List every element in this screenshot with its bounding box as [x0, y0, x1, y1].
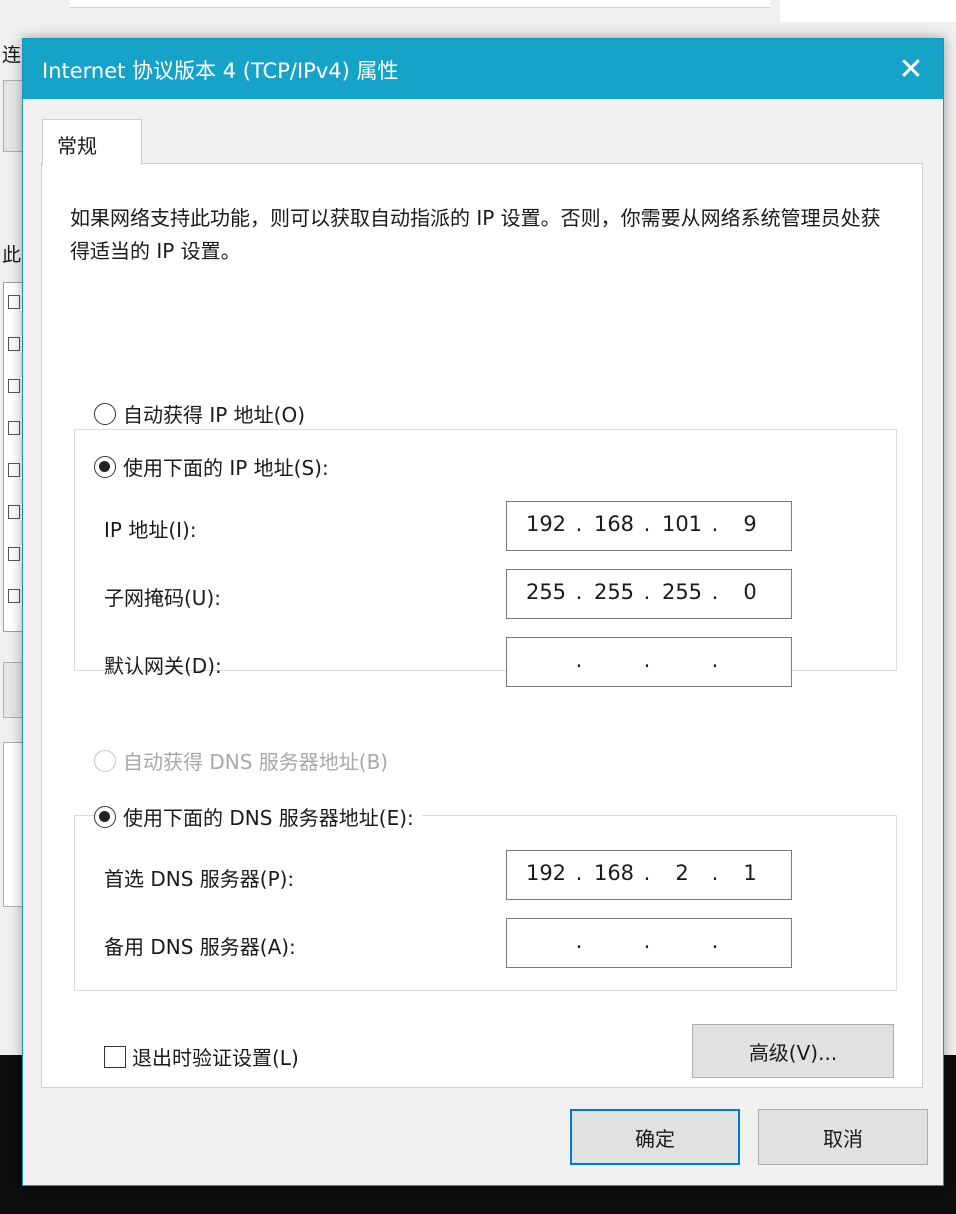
close-button[interactable]: ✕	[879, 39, 943, 99]
preferred-dns-octet-1[interactable]: 192	[521, 861, 571, 889]
tab-general[interactable]: 常规	[42, 119, 142, 165]
octet-separator: .	[711, 861, 719, 885]
description-text: 如果网络支持此功能，则可以获取自动指派的 IP 设置。否则，你需要从网络系统管理…	[70, 206, 881, 263]
octet-separator: .	[575, 648, 583, 672]
preferred-dns-octet-3[interactable]: 2	[657, 861, 707, 889]
preferred-dns-octet-4[interactable]: 1	[725, 861, 775, 889]
background-label-mid: 此	[2, 244, 22, 266]
background-checkbox	[8, 547, 20, 561]
radio-manual-dns-indicator[interactable]	[94, 805, 116, 828]
radio-auto-dns: 自动获得 DNS 服务器地址(B)	[94, 746, 397, 775]
radio-manual-dns-label: 使用下面的 DNS 服务器地址(E):	[123, 806, 414, 830]
validate-on-exit-label: 退出时验证设置(L)	[132, 1046, 299, 1070]
subnet-mask-octet-3[interactable]: 255	[657, 580, 707, 608]
radio-manual-ip[interactable]: 使用下面的 IP 地址(S):	[94, 452, 337, 481]
alternate-dns-octet-4[interactable]	[725, 929, 775, 957]
background-label-top: 连	[2, 44, 22, 66]
default-gateway-octet-3[interactable]	[657, 648, 707, 676]
radio-auto-dns-label: 自动获得 DNS 服务器地址(B)	[123, 750, 389, 774]
ipv4-properties-dialog: Internet 协议版本 4 (TCP/IPv4) 属性 ✕ 常规 如果网络支…	[22, 38, 944, 1186]
background-checkbox	[8, 463, 20, 477]
subnet-mask-octet-2[interactable]: 255	[589, 580, 639, 608]
octet-separator: .	[575, 861, 583, 885]
octet-separator: .	[711, 648, 719, 672]
ok-button[interactable]: 确定	[570, 1109, 740, 1165]
octet-separator: .	[711, 929, 719, 953]
octet-separator: .	[711, 580, 719, 604]
ip-address-octet-1[interactable]: 192	[521, 512, 571, 540]
octet-separator: .	[643, 512, 651, 536]
ip-address-octet-2[interactable]: 168	[589, 512, 639, 540]
advanced-button[interactable]: 高级(V)...	[692, 1024, 894, 1078]
octet-separator: .	[643, 861, 651, 885]
dialog-title: Internet 协议版本 4 (TCP/IPv4) 属性	[42, 59, 399, 83]
ip-address-octet-3[interactable]: 101	[657, 512, 707, 540]
radio-auto-ip-label: 自动获得 IP 地址(O)	[123, 403, 306, 427]
cancel-button-label: 取消	[823, 1126, 863, 1151]
octet-separator: .	[643, 929, 651, 953]
ip-address-field[interactable]: 192 . 168 . 101 . 9	[506, 501, 792, 551]
alternate-dns-field[interactable]: . . .	[506, 918, 792, 968]
alternate-dns-octet-1[interactable]	[521, 929, 571, 957]
background-checkbox	[8, 421, 20, 435]
alternate-dns-label: 备用 DNS 服务器(A):	[104, 935, 296, 959]
ok-button-label: 确定	[635, 1126, 675, 1151]
preferred-dns-label: 首选 DNS 服务器(P):	[104, 867, 295, 891]
alternate-dns-octet-2[interactable]	[589, 929, 639, 957]
radio-auto-ip-indicator[interactable]	[94, 402, 116, 425]
background-checkbox	[8, 379, 20, 393]
cancel-button[interactable]: 取消	[758, 1109, 928, 1165]
radio-manual-ip-indicator[interactable]	[94, 455, 116, 478]
octet-separator: .	[575, 929, 583, 953]
validate-on-exit-checkbox[interactable]: 退出时验证设置(L)	[104, 1042, 299, 1071]
tab-general-label: 常规	[57, 134, 97, 158]
advanced-button-label: 高级(V)...	[748, 1040, 838, 1065]
default-gateway-octet-4[interactable]	[725, 648, 775, 676]
background-right-edge	[780, 0, 956, 22]
subnet-mask-octet-1[interactable]: 255	[521, 580, 571, 608]
preferred-dns-octet-2[interactable]: 168	[589, 861, 639, 889]
background-checkbox	[8, 589, 20, 603]
close-icon: ✕	[898, 51, 924, 87]
octet-separator: .	[643, 648, 651, 672]
ip-address-label: IP 地址(I):	[104, 518, 197, 542]
ip-address-octet-4[interactable]: 9	[725, 512, 775, 540]
preferred-dns-field[interactable]: 192 . 168 . 2 . 1	[506, 850, 792, 900]
background-checkbox	[8, 295, 20, 309]
radio-manual-dns[interactable]: 使用下面的 DNS 服务器地址(E):	[94, 802, 422, 831]
octet-separator: .	[575, 580, 583, 604]
radio-manual-ip-label: 使用下面的 IP 地址(S):	[123, 456, 329, 480]
alternate-dns-octet-3[interactable]	[657, 929, 707, 957]
octet-separator: .	[575, 512, 583, 536]
background-checkbox	[8, 337, 20, 351]
radio-auto-dns-indicator	[94, 749, 116, 772]
default-gateway-label: 默认网关(D):	[104, 654, 222, 678]
dialog-titlebar[interactable]: Internet 协议版本 4 (TCP/IPv4) 属性 ✕	[23, 39, 943, 99]
default-gateway-octet-2[interactable]	[589, 648, 639, 676]
octet-separator: .	[711, 512, 719, 536]
general-tab-panel: 如果网络支持此功能，则可以获取自动指派的 IP 设置。否则，你需要从网络系统管理…	[41, 163, 923, 1088]
default-gateway-field[interactable]: . . .	[506, 637, 792, 687]
radio-auto-ip[interactable]: 自动获得 IP 地址(O)	[94, 399, 314, 428]
subnet-mask-label: 子网掩码(U):	[104, 586, 221, 610]
octet-separator: .	[643, 580, 651, 604]
subnet-mask-octet-4[interactable]: 0	[725, 580, 775, 608]
validate-on-exit-box[interactable]	[104, 1045, 126, 1068]
subnet-mask-field[interactable]: 255 . 255 . 255 . 0	[506, 569, 792, 619]
default-gateway-octet-1[interactable]	[521, 648, 571, 676]
background-checkbox	[8, 505, 20, 519]
background-top-strip	[70, 0, 770, 8]
